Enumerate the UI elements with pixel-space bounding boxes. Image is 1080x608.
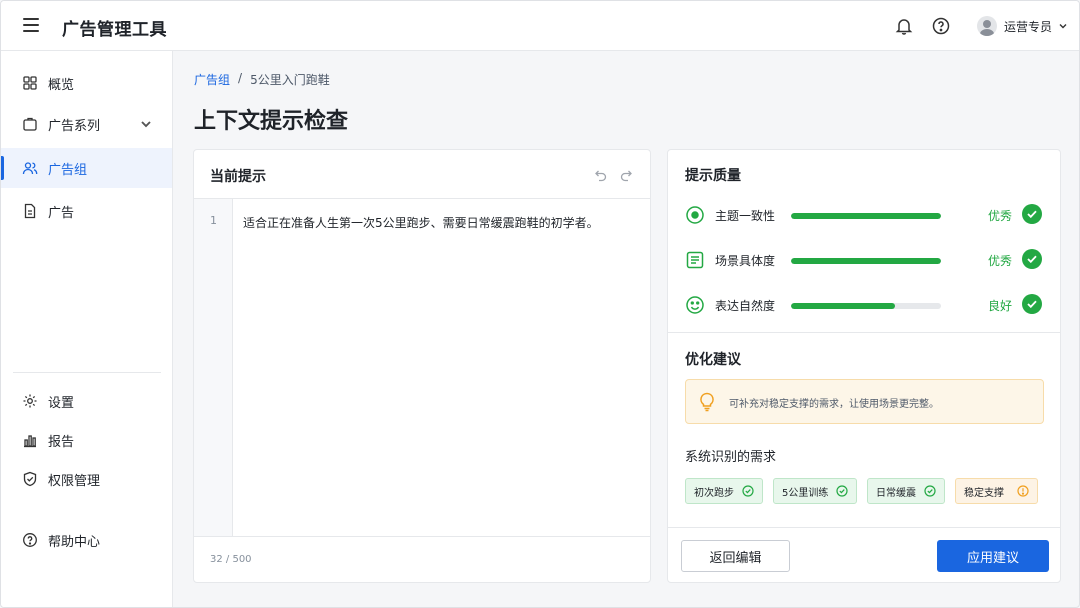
need-tag[interactable]: 5公里训练: [773, 478, 857, 504]
redo-icon[interactable]: [619, 168, 633, 182]
editor-footer: 32 / 500: [194, 536, 650, 583]
chevron-down-icon: [141, 121, 151, 128]
app-window: 广告管理工具 运营专员 概览 广告系列 广告组 广告 设置 报告 权限管理 帮助…: [0, 0, 1080, 608]
tag-label: 初次跑步: [694, 487, 734, 499]
suggestion-tip: 可补充对稳定支撑的需求，让使用场景更完整。: [685, 379, 1044, 424]
users-icon: [22, 162, 38, 175]
breadcrumb-separator: /: [238, 71, 243, 85]
sidebar-item-help[interactable]: 帮助中心: [1, 520, 172, 560]
warning-circle-icon: [1017, 485, 1029, 497]
check-circle-icon: [1022, 204, 1042, 224]
prompt-editor-card: 当前提示 1 适合正在准备人生第一次5公里跑步、需要日常缓震跑鞋的初学者。 32…: [193, 149, 651, 583]
top-bar: 广告管理工具 运营专员: [1, 1, 1079, 51]
sidebar-item-permissions[interactable]: 权限管理: [1, 459, 172, 499]
metric-bar-fill: [791, 213, 941, 219]
check-outline-icon: [836, 485, 848, 497]
gear-icon: [23, 394, 37, 408]
back-to-edit-button[interactable]: 返回编辑: [681, 540, 790, 572]
grid-icon: [23, 76, 37, 90]
tag-label: 日常缓震: [876, 487, 916, 499]
metric-label: 场景具体度: [715, 254, 776, 268]
sidebar-item-label: 设置: [48, 395, 75, 411]
bell-icon[interactable]: [894, 16, 914, 36]
metric-label: 主题一致性: [715, 209, 776, 223]
target-icon: [686, 206, 704, 224]
undo-icon[interactable]: [594, 168, 608, 182]
metric-expression-naturalness: 表达自然度 良好: [685, 293, 1045, 317]
user-menu[interactable]: 运营专员: [977, 15, 1068, 37]
tag-label: 稳定支撑: [964, 487, 1004, 499]
sidebar-item-overview[interactable]: 概览: [1, 63, 172, 103]
metric-status: 优秀: [988, 209, 1013, 223]
metric-bar: [791, 213, 941, 219]
sidebar-item-adgroups[interactable]: 广告组: [1, 148, 172, 188]
check-circle-icon: [1022, 249, 1042, 269]
help-icon[interactable]: [931, 16, 951, 36]
sidebar-item-label: 帮助中心: [48, 534, 101, 550]
smile-icon: [686, 296, 704, 314]
section-divider: [668, 332, 1060, 333]
user-name: 运营专员: [1004, 19, 1053, 34]
suggestions-title: 优化建议: [685, 352, 741, 368]
sidebar-item-label: 广告组: [48, 162, 88, 178]
metric-bar: [791, 258, 941, 264]
metric-status: 良好: [988, 299, 1013, 313]
sidebar-item-label: 概览: [48, 77, 75, 93]
sidebar-item-settings[interactable]: 设置: [1, 381, 172, 421]
sidebar-item-label: 权限管理: [48, 473, 101, 489]
document-icon: [24, 203, 36, 219]
shield-icon: [23, 471, 37, 487]
need-tag[interactable]: 日常缓震: [867, 478, 945, 504]
suggestion-text: 可补充对稳定支撑的需求，让使用场景更完整。: [729, 399, 939, 410]
quality-card: 提示质量 主题一致性 优秀 场景具体度 优秀 表达自然度 良好 优化建议 可补充…: [667, 149, 1061, 583]
sidebar-divider: [13, 372, 161, 373]
sidebar-item-ads[interactable]: 广告: [1, 191, 172, 231]
metric-label: 表达自然度: [715, 299, 776, 313]
lightbulb-icon: [700, 392, 714, 412]
quality-title: 提示质量: [685, 168, 741, 184]
check-outline-icon: [742, 485, 754, 497]
sidebar-item-label: 广告: [48, 205, 75, 221]
check-circle-icon: [1022, 294, 1042, 314]
editor-title: 当前提示: [210, 169, 266, 185]
help-icon: [23, 533, 37, 547]
needs-title: 系统识别的需求: [685, 450, 777, 465]
line-number: 1: [210, 214, 217, 227]
page-title: 上下文提示检查: [194, 109, 349, 134]
sidebar-item-reports[interactable]: 报告: [1, 420, 172, 460]
need-tag[interactable]: 稳定支撑: [955, 478, 1038, 504]
breadcrumb-parent-link[interactable]: 广告组: [194, 71, 230, 88]
char-count: 32 / 500: [210, 554, 252, 565]
breadcrumb: 广告组 / 5公里入门跑鞋: [194, 71, 330, 88]
sidebar-item-label: 广告系列: [48, 118, 101, 134]
chevron-down-icon: [1059, 24, 1067, 29]
line-gutter: 1: [194, 199, 233, 536]
check-outline-icon: [924, 485, 936, 497]
card-footer-divider: [668, 527, 1060, 528]
sidebar-item-label: 报告: [48, 434, 75, 450]
menu-icon[interactable]: [23, 18, 39, 32]
metric-status: 优秀: [988, 254, 1013, 268]
need-tag[interactable]: 初次跑步: [685, 478, 763, 504]
prompt-text-editor[interactable]: 适合正在准备人生第一次5公里跑步、需要日常缓震跑鞋的初学者。: [243, 214, 599, 231]
breadcrumb-current: 5公里入门跑鞋: [250, 73, 330, 87]
metric-scene-specificity: 场景具体度 优秀: [685, 248, 1045, 272]
metric-bar-fill: [791, 303, 895, 309]
metric-bar-fill: [791, 258, 941, 264]
editor-header: 当前提示: [194, 150, 650, 199]
app-title: 广告管理工具: [62, 20, 167, 40]
tag-label: 5公里训练: [782, 487, 829, 499]
bar-chart-icon: [24, 435, 36, 448]
briefcase-icon: [23, 117, 37, 131]
avatar: [977, 16, 997, 36]
metric-theme-consistency: 主题一致性 优秀: [685, 203, 1045, 227]
sidebar: 概览 广告系列 广告组 广告 设置 报告 权限管理 帮助中心: [1, 51, 173, 607]
apply-suggestion-button[interactable]: 应用建议: [937, 540, 1049, 572]
sidebar-item-campaigns[interactable]: 广告系列: [1, 104, 172, 144]
list-doc-icon: [686, 251, 704, 269]
metric-bar: [791, 303, 941, 309]
